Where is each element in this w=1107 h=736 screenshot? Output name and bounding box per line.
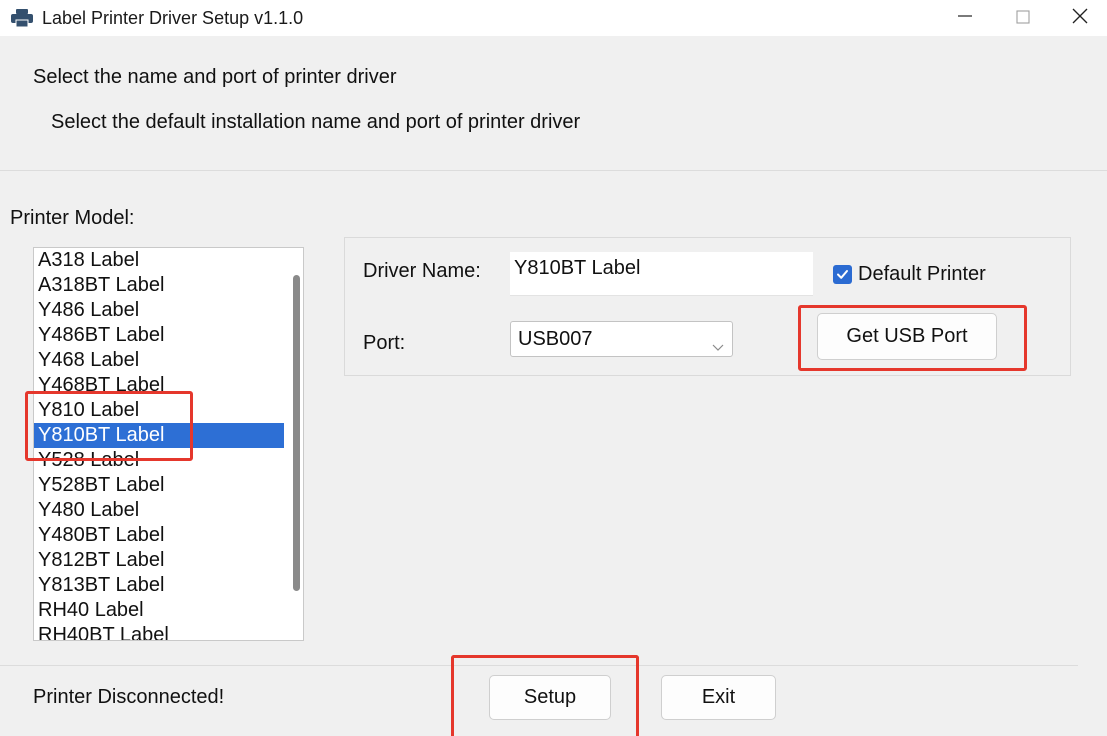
chevron-down-icon bbox=[712, 335, 724, 351]
status-text: Printer Disconnected! bbox=[33, 686, 225, 708]
printer-model-item[interactable]: Y468 Label bbox=[34, 348, 284, 373]
window-title: Label Printer Driver Setup v1.1.0 bbox=[42, 8, 304, 28]
printer-model-item[interactable]: RH40BT Label bbox=[34, 623, 284, 640]
minimize-icon bbox=[957, 7, 973, 30]
printer-model-item[interactable]: A318BT Label bbox=[34, 273, 284, 298]
printer-icon bbox=[11, 9, 33, 28]
port-select[interactable]: USB007 bbox=[510, 321, 733, 357]
list-scrollbar-thumb[interactable] bbox=[293, 275, 300, 591]
close-button[interactable] bbox=[1052, 0, 1107, 36]
maximize-button[interactable] bbox=[994, 0, 1052, 36]
default-printer-checkbox[interactable] bbox=[833, 265, 852, 284]
minimize-button[interactable] bbox=[936, 0, 994, 36]
annotation-highlight-box bbox=[451, 655, 639, 736]
maximize-icon bbox=[1016, 7, 1030, 30]
exit-button[interactable]: Exit bbox=[661, 675, 776, 720]
printer-model-item[interactable]: Y480 Label bbox=[34, 498, 284, 523]
port-label: Port: bbox=[363, 332, 406, 354]
printer-model-item[interactable]: Y486BT Label bbox=[34, 323, 284, 348]
printer-model-item[interactable]: Y813BT Label bbox=[34, 573, 284, 598]
page-subtitle: Select the default installation name and… bbox=[51, 111, 581, 133]
default-printer-label[interactable]: Default Printer bbox=[858, 261, 986, 287]
checkmark-icon bbox=[835, 267, 850, 282]
printer-model-item[interactable]: Y480BT Label bbox=[34, 523, 284, 548]
printer-model-label: Printer Model: bbox=[10, 207, 135, 229]
close-icon bbox=[1072, 7, 1088, 30]
printer-model-item[interactable]: Y486 Label bbox=[34, 298, 284, 323]
annotation-highlight-box bbox=[25, 391, 193, 461]
annotation-highlight-box bbox=[798, 305, 1027, 371]
printer-model-item[interactable]: RH40 Label bbox=[34, 598, 284, 623]
printer-model-item[interactable]: Y528BT Label bbox=[34, 473, 284, 498]
printer-model-item[interactable]: A318 Label bbox=[34, 248, 284, 273]
printer-model-item[interactable]: Y812BT Label bbox=[34, 548, 284, 573]
page-title: Select the name and port of printer driv… bbox=[33, 66, 397, 88]
driver-name-input[interactable] bbox=[510, 252, 813, 296]
driver-name-label: Driver Name: bbox=[363, 260, 481, 282]
port-selected-value: USB007 bbox=[518, 328, 593, 350]
header-divider bbox=[0, 170, 1107, 171]
